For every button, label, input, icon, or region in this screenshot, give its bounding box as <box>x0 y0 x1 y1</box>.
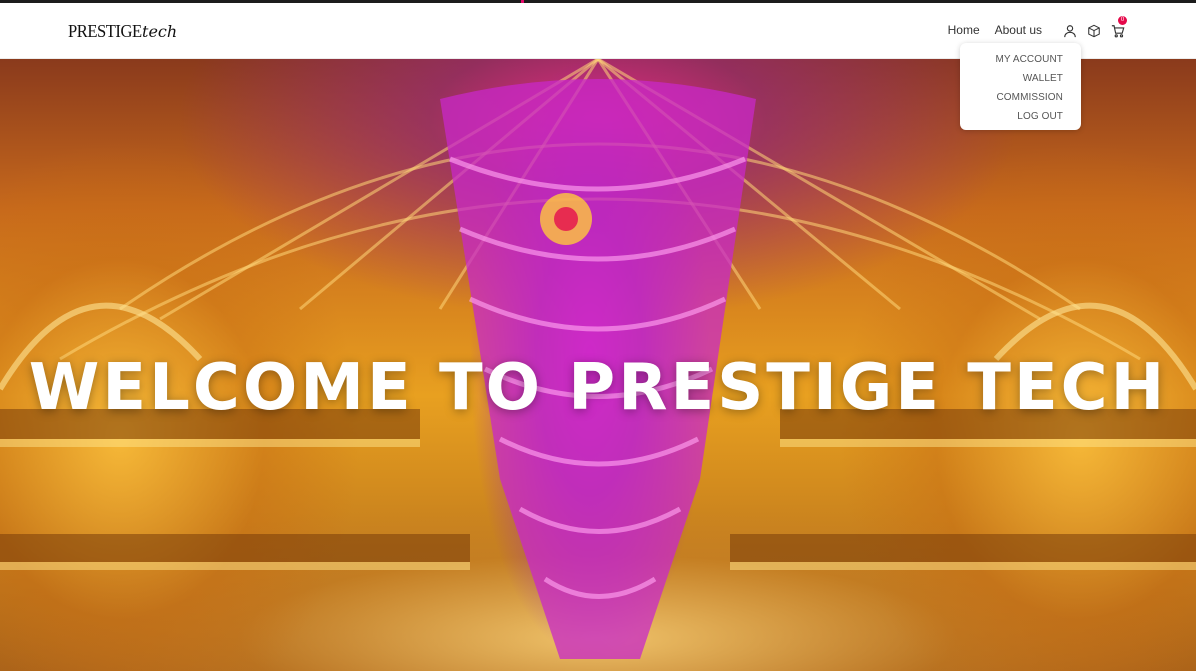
logo-main-text: PRESTIGE <box>68 21 142 41</box>
logo-script-text: tech <box>142 22 178 41</box>
nav-link-about[interactable]: About us <box>995 23 1042 37</box>
brand-logo[interactable]: PRESTIGE tech <box>68 21 177 45</box>
account-dropdown-menu: MY ACCOUNT WALLET COMMISSION LOG OUT <box>960 43 1081 130</box>
cart-icon[interactable]: 0 <box>1110 16 1127 38</box>
main-nav: Home About us <box>948 23 1042 37</box>
user-icon[interactable] <box>1062 23 1077 38</box>
hero-title: WELCOME TO PRESTIGE TECH <box>28 351 1168 425</box>
menu-item-my-account[interactable]: MY ACCOUNT <box>960 50 1081 69</box>
nav-link-home[interactable]: Home <box>948 23 980 37</box>
menu-item-commission[interactable]: COMMISSION <box>960 88 1081 107</box>
package-icon[interactable] <box>1086 23 1101 38</box>
hero-banner: WELCOME TO PRESTIGE TECH <box>0 59 1196 671</box>
cart-count-badge: 0 <box>1118 16 1127 25</box>
menu-item-log-out[interactable]: LOG OUT <box>960 107 1081 126</box>
menu-item-wallet[interactable]: WALLET <box>960 69 1081 88</box>
nav-icons: 0 <box>1062 16 1127 38</box>
